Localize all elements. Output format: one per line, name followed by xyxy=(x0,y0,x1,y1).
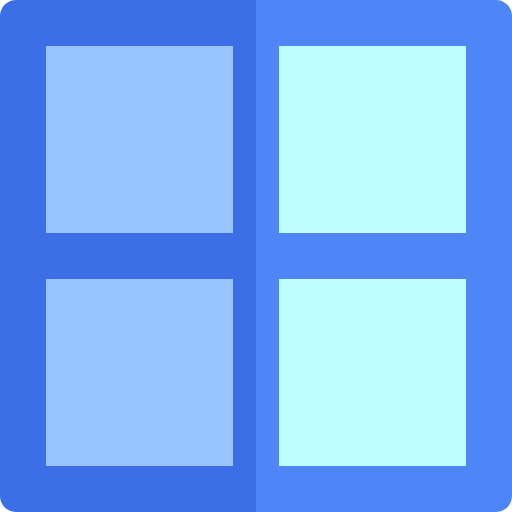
tile-top-right xyxy=(279,46,466,233)
grid-icon xyxy=(0,0,512,512)
tile-top-left xyxy=(46,46,233,233)
tile-bottom-right xyxy=(279,279,466,466)
tile-bottom-left xyxy=(46,279,233,466)
